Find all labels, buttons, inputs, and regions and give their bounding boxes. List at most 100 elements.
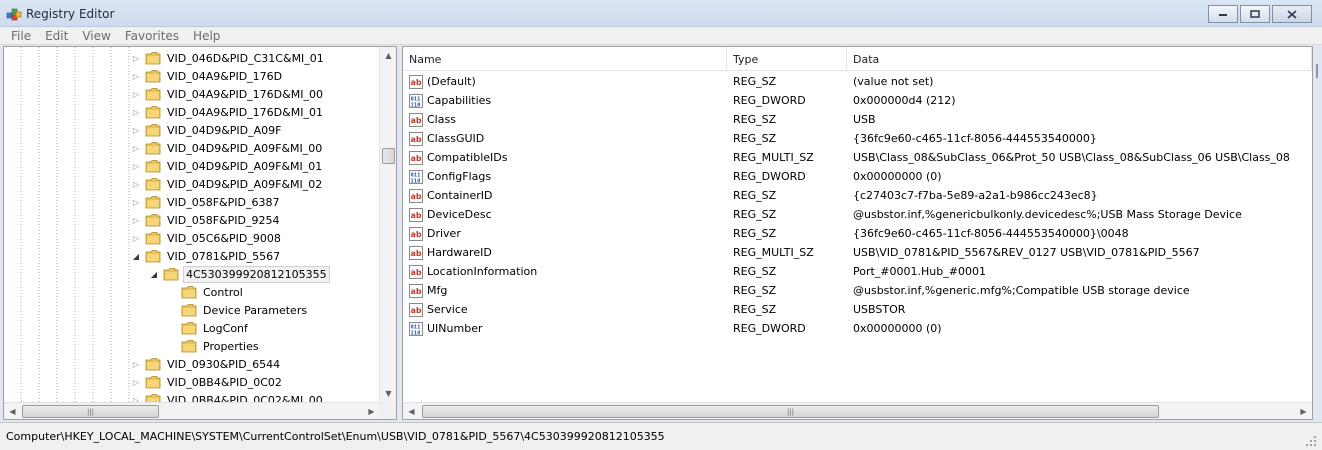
expand-arrow-icon[interactable]: ▷ [131, 359, 141, 369]
table-row[interactable]: ab ContainerID REG_SZ {c27403c7-f7ba-5e89-a… [403, 186, 1312, 205]
expand-arrow-icon[interactable]: ▷ [131, 377, 141, 387]
tree-node[interactable]: ▷ VID_04D9&PID_A09F&MI_02 [131, 175, 324, 193]
minimize-button[interactable] [1208, 5, 1238, 23]
value-name: ConfigFlags [427, 170, 492, 183]
expand-arrow-icon[interactable]: ▷ [131, 161, 141, 171]
table-row[interactable]: ab HardwareID REG_MULTI_SZ USB\VID_0781&PID… [403, 243, 1312, 262]
string-value-icon: ab [409, 131, 423, 146]
tree-node[interactable]: ▷ VID_058F&PID_9254 [131, 211, 281, 229]
value-name-cell: ab CompatibleIDs [403, 150, 727, 165]
tree-node[interactable]: ▷ VID_0BB4&PID_0C02 [131, 373, 284, 391]
no-expander [167, 305, 177, 315]
expand-arrow-icon[interactable]: ▷ [131, 233, 141, 243]
column-header-data[interactable]: Data [847, 47, 1312, 71]
expand-arrow-icon[interactable]: ▷ [131, 179, 141, 189]
menu-file[interactable]: File [4, 29, 38, 43]
tree-node[interactable]: Device Parameters [167, 301, 309, 319]
tree-node[interactable]: ▷ VID_0930&PID_6544 [131, 355, 282, 373]
scroll-right-arrow-icon[interactable]: ▶ [363, 403, 380, 419]
expand-arrow-icon[interactable]: ▷ [131, 197, 141, 207]
tree-vscroll-thumb[interactable] [382, 148, 395, 164]
tree-node[interactable]: ▷ VID_05C6&PID_9008 [131, 229, 283, 247]
table-row[interactable]: ab Mfg REG_SZ @usbstor.inf,%generic.mfg%;Co… [403, 281, 1312, 300]
svg-text:ab: ab [411, 154, 422, 163]
scroll-up-arrow-icon[interactable]: ▲ [380, 47, 396, 64]
list-header: Name Type Data [403, 47, 1312, 71]
tree-node[interactable]: ◢ 4C530399920812105355 [149, 265, 330, 283]
table-row[interactable]: ab ClassGUID REG_SZ {36fc9e60-c465-11cf-805… [403, 129, 1312, 148]
tree-horizontal-scrollbar[interactable]: ◀ ||| ▶ [4, 402, 380, 419]
table-row[interactable]: 011 110 UINumber REG_DWORD 0x00000000 (0) [403, 319, 1312, 338]
value-type-cell: REG_DWORD [733, 94, 806, 107]
expand-arrow-icon[interactable]: ▷ [131, 215, 141, 225]
svg-text:ab: ab [411, 116, 422, 125]
tree-node[interactable]: ▷ VID_04A9&PID_176D&MI_00 [131, 85, 325, 103]
menu-favorites[interactable]: Favorites [118, 29, 186, 43]
value-type-cell: REG_SZ [733, 113, 777, 126]
svg-text:ab: ab [411, 135, 422, 144]
resize-grip-icon[interactable] [1306, 436, 1316, 446]
expand-arrow-icon[interactable]: ▷ [131, 71, 141, 81]
expand-arrow-icon[interactable]: ▷ [131, 143, 141, 153]
tree-node-label: VID_04A9&PID_176D&MI_00 [167, 87, 323, 101]
scroll-left-arrow-icon[interactable]: ◀ [403, 403, 420, 419]
table-row[interactable]: ab (Default) REG_SZ (value not set) [403, 72, 1312, 91]
tree-node[interactable]: ▷ VID_04A9&PID_176D&MI_01 [131, 103, 325, 121]
table-row[interactable]: ab Driver REG_SZ {36fc9e60-c465-11cf-8056-4… [403, 224, 1312, 243]
menu-edit[interactable]: Edit [38, 29, 75, 43]
folder-icon [145, 178, 161, 191]
tree-node[interactable]: ▷ VID_04A9&PID_176D [131, 67, 284, 85]
expand-arrow-icon[interactable]: ▷ [131, 53, 141, 63]
tree-node[interactable]: ◢ VID_0781&PID_5567 [131, 247, 282, 265]
table-row[interactable]: 011 110 Capabilities REG_DWORD 0x000000d4 (2… [403, 91, 1312, 110]
table-row[interactable]: ab LocationInformation REG_SZ Port_#0001.Hu… [403, 262, 1312, 281]
tree-node[interactable]: LogConf [167, 319, 250, 337]
key-tree-pane[interactable]: ▷ VID_046D&PID_C31C&MI_01 ▷ VID_04A9&PID_17… [3, 46, 397, 420]
svg-text:ab: ab [411, 306, 422, 315]
table-row[interactable]: ab Service REG_SZ USBSTOR [403, 300, 1312, 319]
tree-node[interactable]: Control [167, 283, 245, 301]
close-button[interactable] [1272, 5, 1312, 23]
scroll-down-arrow-icon[interactable]: ▼ [380, 385, 396, 402]
maximize-button[interactable] [1240, 5, 1270, 23]
tree-hscroll-thumb[interactable]: ||| [22, 405, 159, 418]
collapse-arrow-icon[interactable]: ◢ [131, 251, 141, 261]
value-name-cell: 011 110 Capabilities [403, 93, 727, 108]
string-value-icon: ab [409, 112, 423, 127]
expand-arrow-icon[interactable]: ▷ [131, 107, 141, 117]
expand-arrow-icon[interactable]: ▷ [131, 125, 141, 135]
value-name: Capabilities [427, 94, 492, 107]
menu-view[interactable]: View [75, 29, 117, 43]
no-expander [167, 323, 177, 333]
scroll-right-arrow-icon[interactable]: ▶ [1295, 403, 1312, 419]
tree-node-label: VID_04D9&PID_A09F&MI_02 [167, 177, 323, 191]
tree-node-label: VID_04D9&PID_A09F&MI_00 [167, 141, 323, 155]
table-row[interactable]: ab Class REG_SZ USB [403, 110, 1312, 129]
scroll-left-arrow-icon[interactable]: ◀ [4, 403, 21, 419]
tree-node[interactable]: ▷ VID_04D9&PID_A09F&MI_01 [131, 157, 324, 175]
menu-help[interactable]: Help [186, 29, 227, 43]
expand-arrow-icon[interactable]: ▷ [131, 89, 141, 99]
list-hscroll-thumb[interactable]: ||| [422, 405, 1159, 418]
tree-vertical-scrollbar[interactable]: ▲ ▼ [379, 47, 396, 402]
collapse-arrow-icon[interactable]: ◢ [149, 269, 159, 279]
list-horizontal-scrollbar[interactable]: ◀ ||| ▶ [403, 402, 1312, 419]
table-row[interactable]: ab CompatibleIDs REG_MULTI_SZ USB\Class_08&… [403, 148, 1312, 167]
value-data-cell: {36fc9e60-c465-11cf-8056-444553540000}\0… [853, 227, 1129, 240]
folder-icon [145, 106, 161, 119]
tree-node[interactable]: ▷ VID_058F&PID_6387 [131, 193, 281, 211]
folder-icon [145, 142, 161, 155]
tree-node[interactable]: ▷ VID_046D&PID_C31C&MI_01 [131, 49, 326, 67]
values-list-pane[interactable]: Name Type Data ab (Default) REG_SZ (value n… [402, 46, 1313, 420]
tree-node-label: LogConf [203, 321, 248, 335]
tree-guide-lines [20, 47, 130, 402]
tree-node[interactable]: ▷ VID_04D9&PID_A09F [131, 121, 283, 139]
tree-node[interactable]: ▷ VID_04D9&PID_A09F&MI_00 [131, 139, 324, 157]
column-header-name[interactable]: Name [403, 47, 727, 71]
value-data-cell: USB\Class_08&SubClass_06&Prot_50 USB\Cla… [853, 151, 1290, 164]
table-row[interactable]: 011 110 ConfigFlags REG_DWORD 0x00000000 (0) [403, 167, 1312, 186]
value-name: Service [427, 303, 468, 316]
table-row[interactable]: ab DeviceDesc REG_SZ @usbstor.inf,%genericb… [403, 205, 1312, 224]
column-header-type[interactable]: Type [727, 47, 847, 71]
tree-node[interactable]: Properties [167, 337, 261, 355]
